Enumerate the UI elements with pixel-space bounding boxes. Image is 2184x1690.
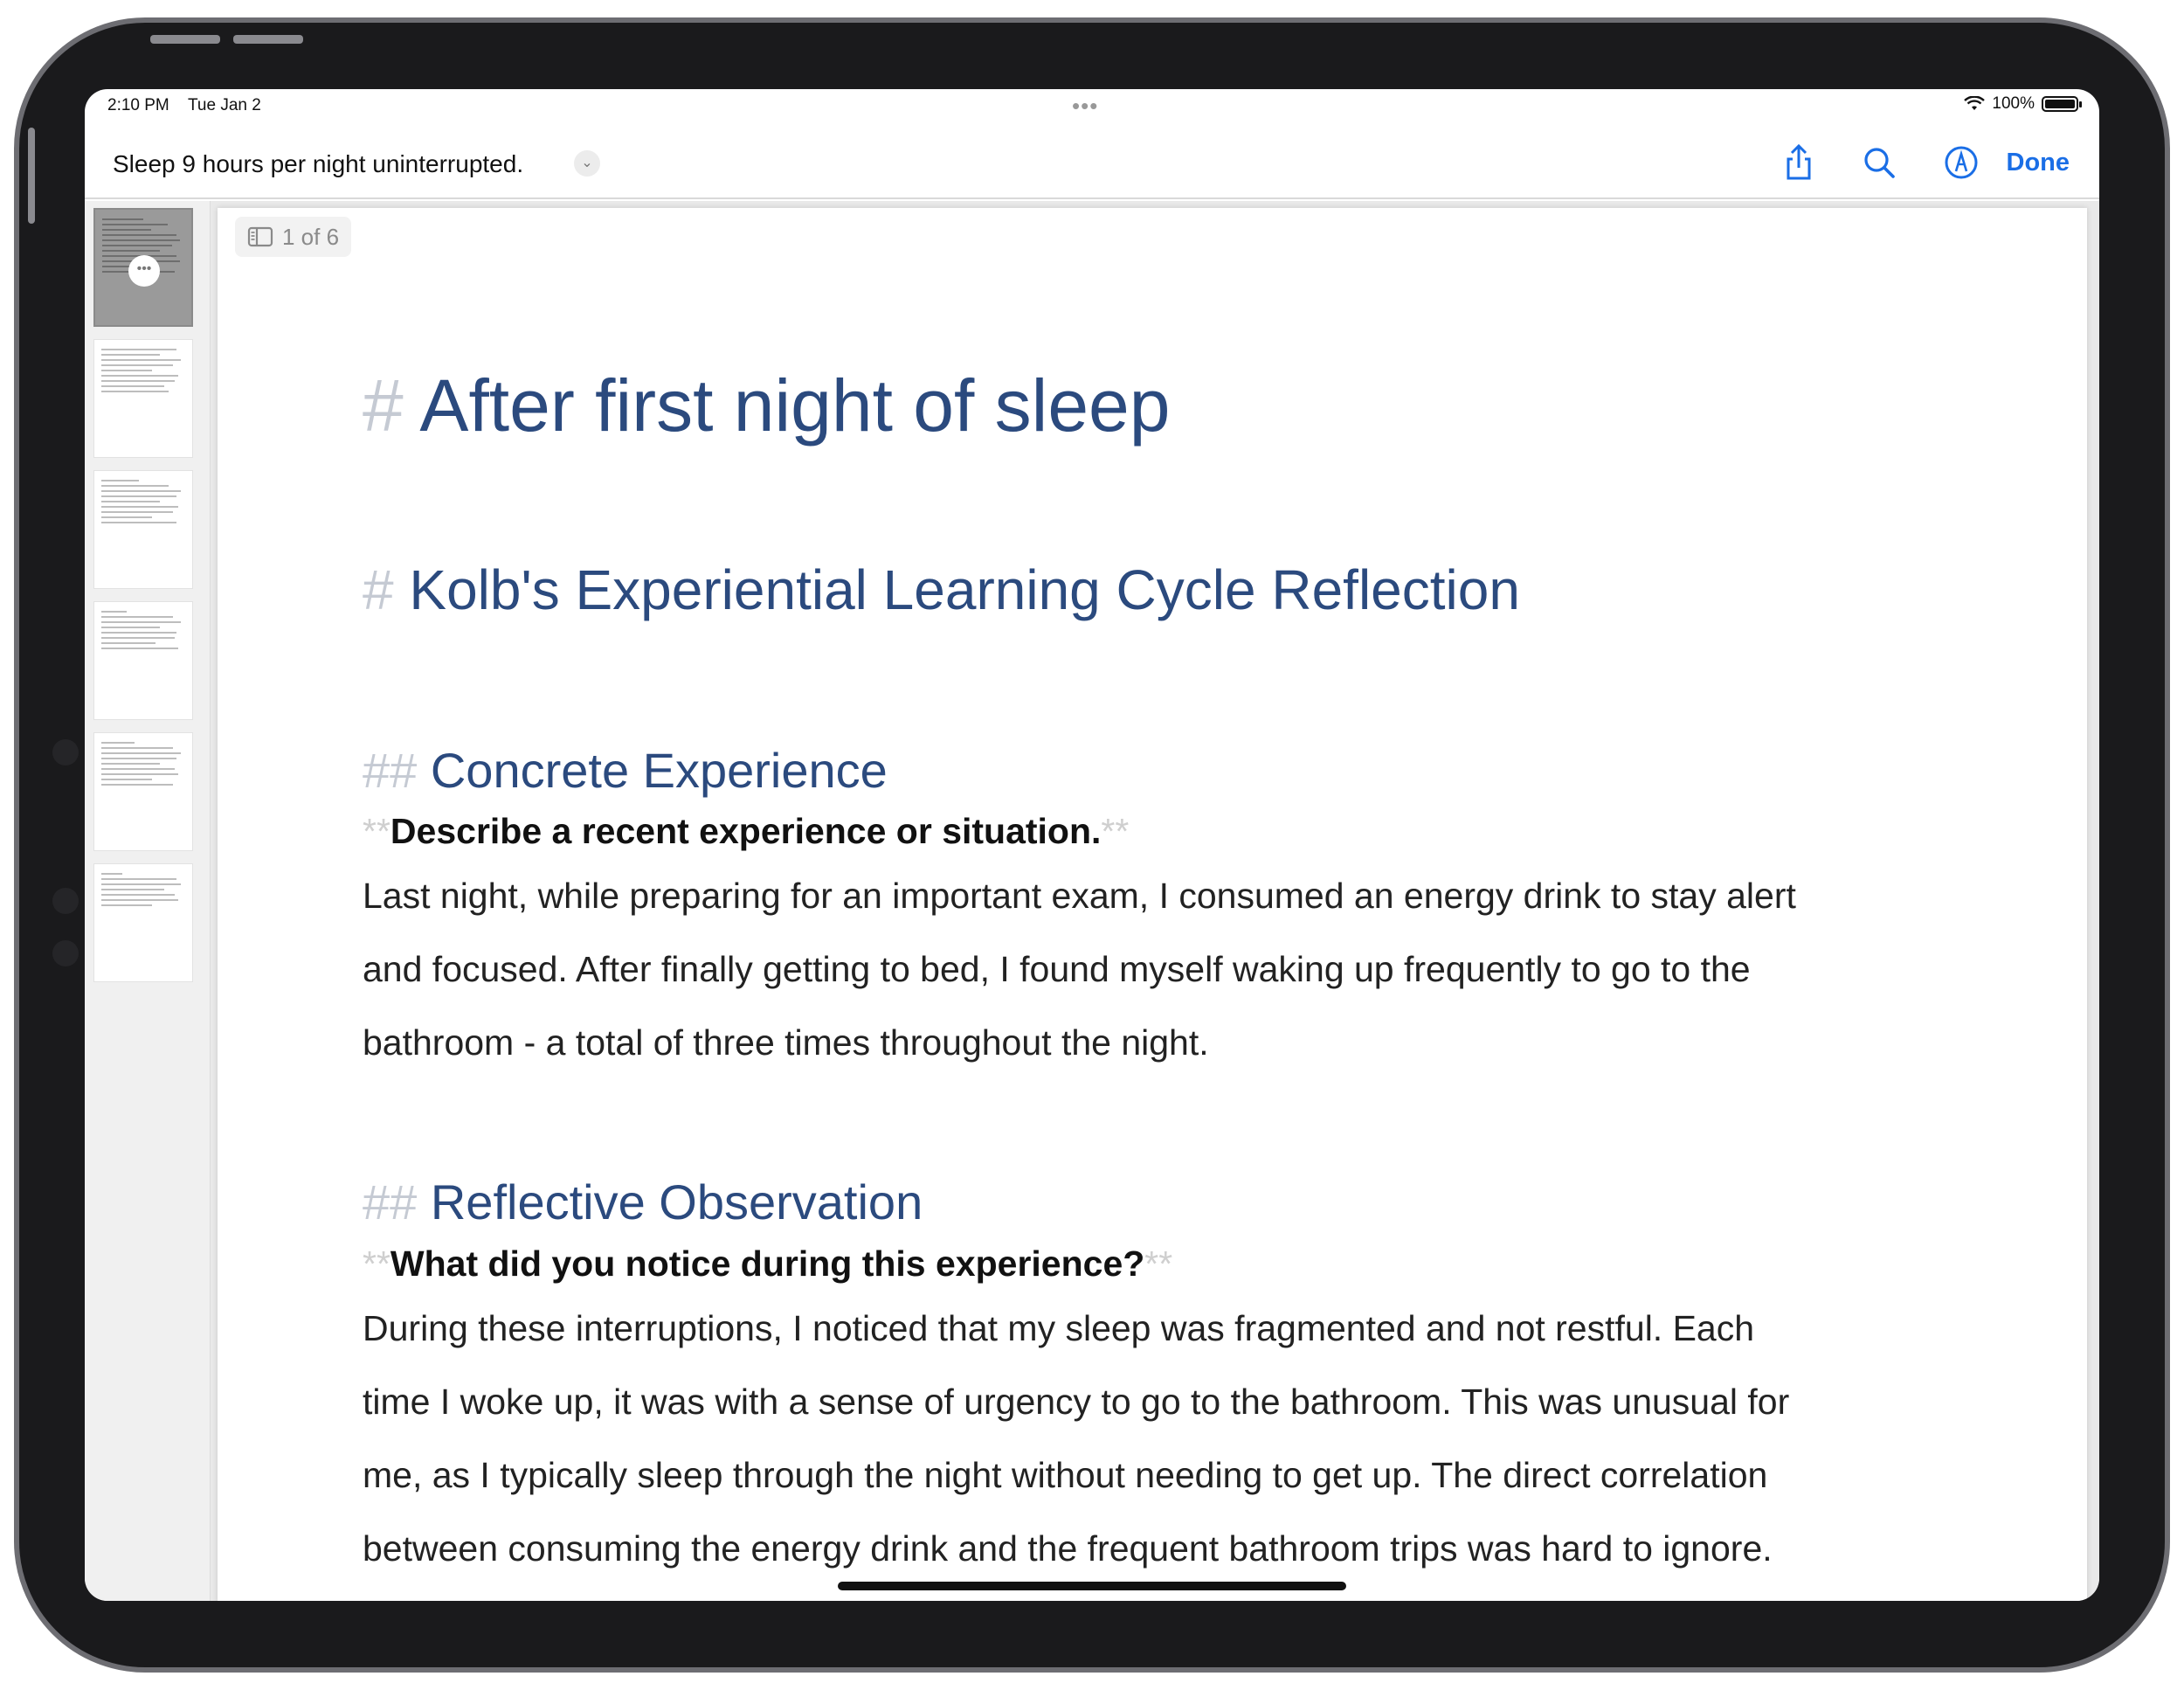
camera-sensor bbox=[52, 739, 79, 765]
heading-marker: ## bbox=[363, 742, 418, 798]
heading-text: After first night of sleep bbox=[419, 364, 1171, 447]
heading-marker: ## bbox=[363, 1174, 418, 1230]
hardware-button bbox=[233, 35, 303, 44]
heading-text: Kolb's Experiential Learning Cycle Refle… bbox=[409, 558, 1520, 622]
thumbnail-sidebar: ••• bbox=[85, 201, 211, 1601]
text-line: During these interruptions, I noticed th… bbox=[363, 1307, 1755, 1348]
section-heading: ## Concrete Experience bbox=[363, 742, 2005, 798]
page-count: 1 of 6 bbox=[282, 223, 340, 250]
heading-text: Concrete Experience bbox=[430, 742, 888, 798]
hardware-button bbox=[28, 128, 35, 224]
document-page: 1 of 6 # After first night of sleep # Ko… bbox=[218, 208, 2087, 1601]
page-thumbnail[interactable] bbox=[93, 470, 193, 589]
paragraph: Last night, while preparing for an impor… bbox=[363, 859, 2005, 1079]
page-thumbnail[interactable] bbox=[93, 601, 193, 720]
screen: 2:10 PM Tue Jan 2 ••• 100% Sleep 9 hours… bbox=[85, 89, 2099, 1601]
page-indicator[interactable]: 1 of 6 bbox=[235, 217, 352, 257]
page-thumbnail[interactable] bbox=[93, 863, 193, 982]
text-line: time I woke up, it was with a sense of u… bbox=[363, 1381, 1790, 1422]
more-icon[interactable]: ••• bbox=[128, 255, 160, 287]
page-thumbnail[interactable]: ••• bbox=[93, 208, 193, 327]
status-bar: 2:10 PM Tue Jan 2 ••• 100% bbox=[85, 89, 2099, 124]
question-text: Describe a recent experience or situatio… bbox=[390, 811, 1102, 852]
section-reflective-observation: ## Reflective Observation **What did you… bbox=[363, 1175, 2005, 1585]
bold-marker: ** bbox=[1101, 811, 1130, 852]
page-thumbnail[interactable] bbox=[93, 732, 193, 851]
wifi-icon bbox=[1964, 96, 1986, 110]
section-heading: ## Reflective Observation bbox=[363, 1175, 2005, 1229]
done-button[interactable]: Done bbox=[2007, 149, 2070, 177]
paragraph: During these interruptions, I noticed th… bbox=[363, 1292, 2005, 1585]
document-subheading: # Kolb's Experiential Learning Cycle Ref… bbox=[363, 559, 2005, 620]
navigation-bar: Sleep 9 hours per night uninterrupted. ⌄… bbox=[85, 124, 2099, 199]
camera-sensor bbox=[52, 940, 79, 966]
camera-sensor bbox=[52, 888, 79, 914]
document-content: # After first night of sleep # Kolb's Ex… bbox=[363, 365, 2005, 1585]
heading-marker: # bbox=[363, 364, 404, 447]
text-line: between consuming the energy drink and t… bbox=[363, 1527, 1773, 1569]
status-time: 2:10 PM bbox=[107, 96, 169, 114]
section-concrete-experience: ## Concrete Experience **Describe a rece… bbox=[363, 742, 2005, 1080]
battery-percent: 100% bbox=[1992, 94, 2035, 113]
text-line: me, as I typically sleep through the nig… bbox=[363, 1454, 1768, 1495]
bold-marker: ** bbox=[363, 1243, 390, 1284]
page-thumbnail[interactable] bbox=[93, 339, 193, 458]
chevron-down-icon[interactable]: ⌄ bbox=[574, 150, 600, 177]
document-viewer[interactable]: 1 of 6 # After first night of sleep # Ko… bbox=[211, 201, 2099, 1601]
text-line: Last night, while preparing for an impor… bbox=[363, 876, 1796, 917]
text-line: bathroom - a total of three times throug… bbox=[363, 1022, 1209, 1063]
prompt-question: **What did you notice during this experi… bbox=[363, 1243, 2005, 1285]
text-line: and focused. After finally getting to be… bbox=[363, 949, 1751, 990]
question-text: What did you notice during this experien… bbox=[390, 1243, 1145, 1284]
sidebar-icon bbox=[247, 226, 273, 247]
document-heading: # After first night of sleep bbox=[363, 365, 2005, 446]
home-indicator[interactable] bbox=[838, 1582, 1346, 1590]
multitasking-icon[interactable]: ••• bbox=[1072, 93, 1098, 120]
bold-marker: ** bbox=[363, 811, 390, 852]
heading-text: Reflective Observation bbox=[430, 1174, 923, 1230]
status-date: Tue Jan 2 bbox=[188, 96, 261, 114]
search-icon[interactable] bbox=[1858, 142, 1900, 184]
bold-marker: ** bbox=[1144, 1243, 1173, 1284]
share-icon[interactable] bbox=[1778, 142, 1820, 184]
hardware-button bbox=[150, 35, 220, 44]
heading-marker: # bbox=[363, 558, 394, 622]
prompt-question: **Describe a recent experience or situat… bbox=[363, 811, 2005, 852]
document-title[interactable]: Sleep 9 hours per night uninterrupted. bbox=[113, 150, 523, 178]
markup-icon[interactable] bbox=[1940, 142, 1982, 184]
battery-icon bbox=[2042, 96, 2082, 112]
